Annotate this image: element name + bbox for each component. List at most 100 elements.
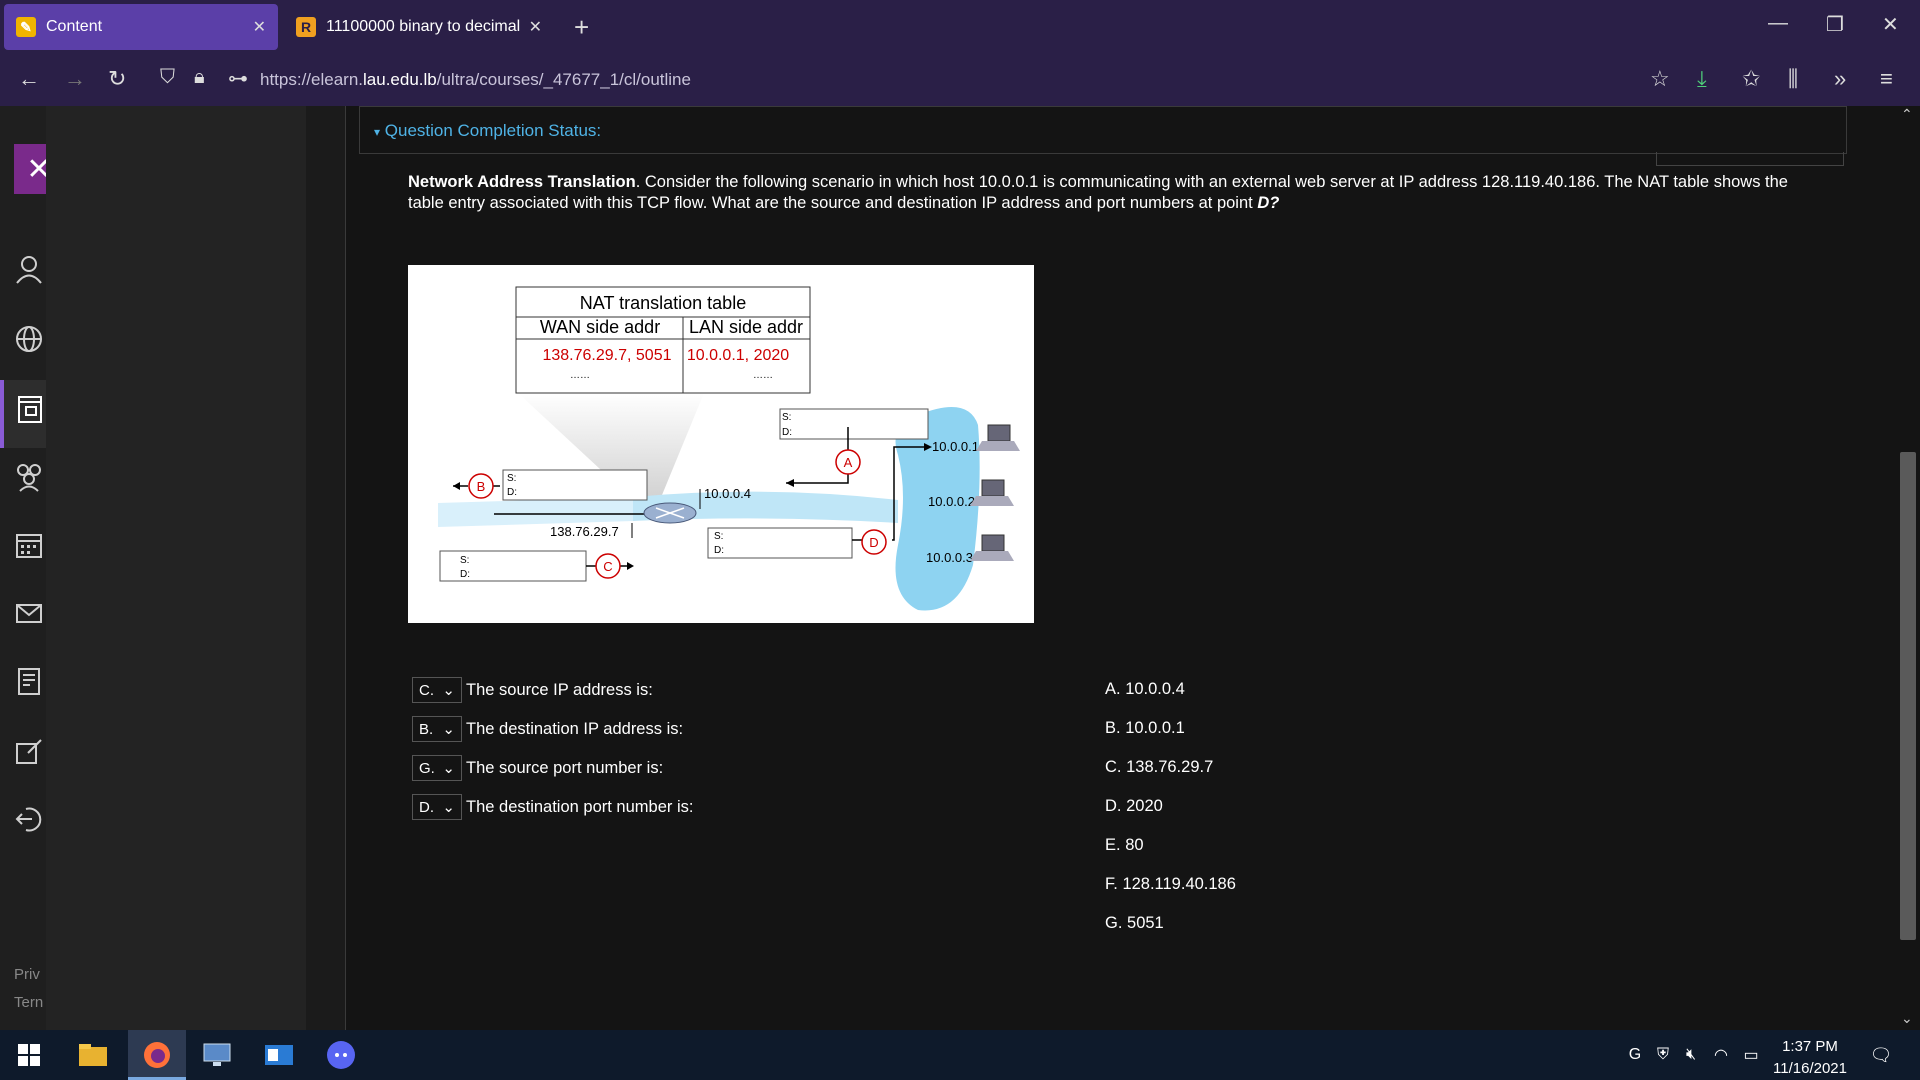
menu-icon[interactable]: ≡ — [1880, 66, 1893, 92]
question-point: D? — [1257, 194, 1280, 212]
question-text: Network Address Translation. Consider th… — [408, 172, 1798, 214]
forward-icon[interactable]: → — [64, 66, 86, 92]
url-path: /ultra/courses/_47677_1/cl/outline — [436, 70, 691, 89]
packet-b — [502, 469, 648, 501]
restore-icon[interactable]: ❐ — [1826, 12, 1844, 37]
match-prompt: The destination IP address is: — [466, 719, 684, 738]
selected-answer: G. — [419, 759, 435, 777]
back-icon[interactable]: ← — [18, 66, 40, 92]
sign-out-icon[interactable] — [14, 804, 44, 834]
messages-icon[interactable] — [14, 598, 44, 628]
host-1-ip: 10.0.0.1 — [932, 439, 979, 454]
discord-icon[interactable] — [324, 1038, 358, 1072]
host-2-ip: 10.0.0.2 — [928, 494, 975, 509]
router-wan-ip: 138.76.29.7 — [550, 524, 619, 539]
download-icon[interactable]: ⤓ — [1697, 66, 1707, 92]
packet-d-dst: D: — [714, 545, 724, 556]
terms-link[interactable]: Tern — [14, 994, 43, 1011]
match-prompt: The destination port number is: — [466, 797, 694, 816]
library-icon[interactable]: ⫼ — [1788, 66, 1798, 92]
windows-start-icon[interactable] — [12, 1038, 46, 1072]
outlook-icon[interactable] — [262, 1038, 296, 1072]
chevron-down-icon: ▾ — [374, 125, 381, 139]
match-prompt: The source IP address is: — [466, 680, 653, 699]
scrollbar-thumb[interactable] — [1900, 452, 1916, 940]
calendar-icon[interactable] — [14, 530, 44, 560]
courses-icon[interactable] — [14, 394, 44, 424]
wan-link — [438, 497, 633, 527]
overflow-chevron-icon[interactable]: » — [1834, 66, 1846, 92]
tab-label: 11100000 binary to decimal co — [326, 18, 521, 35]
packet-c-src: S: — [460, 555, 469, 566]
match-select[interactable]: C. ⌄ — [412, 677, 462, 703]
lan-ellipsis: …… — [753, 370, 773, 381]
match-prompt: The source port number is: — [466, 758, 664, 777]
grades-icon[interactable] — [14, 666, 44, 696]
packet-a-src: S: — [782, 412, 791, 423]
bookmark-star-icon[interactable]: ☆ — [1650, 66, 1670, 92]
col-lan-header: LAN side addr — [689, 317, 803, 337]
lock-icon[interactable]: 🔒︎ — [194, 66, 205, 89]
match-select[interactable]: B. ⌄ — [412, 716, 462, 742]
match-row-destination-port: D. ⌄ The destination port number is: — [412, 793, 693, 821]
col-wan-header: WAN side addr — [540, 317, 660, 337]
firefox-icon[interactable] — [140, 1038, 174, 1072]
file-explorer-icon[interactable] — [76, 1038, 110, 1072]
notifications-icon[interactable]: 🗨︎ — [1864, 1038, 1898, 1072]
packet-b-dst: D: — [507, 487, 517, 498]
clock-date: 11/16/2021 — [1773, 1060, 1847, 1077]
course-outline-panel — [46, 106, 306, 1030]
url-prefix: https://elearn. — [260, 70, 364, 89]
close-icon[interactable]: ✕ — [253, 17, 266, 37]
laptop-icon — [970, 534, 1014, 561]
left-rail: ✕ Priv Tern — [0, 106, 64, 1030]
chevron-down-icon: ⌄ — [442, 799, 455, 816]
organizations-icon[interactable] — [14, 462, 44, 492]
packet-d-src: S: — [714, 531, 723, 542]
r-logo-icon: R — [296, 17, 316, 37]
packet-d — [707, 527, 853, 559]
new-tab-button[interactable]: + — [574, 12, 589, 43]
selected-answer: C. — [419, 681, 434, 699]
answer-option: C. 138.76.29.7 — [1105, 758, 1214, 776]
key-icon[interactable]: ⊶ — [228, 66, 248, 91]
answer-option: E. 80 — [1105, 836, 1144, 854]
reload-icon[interactable]: ↻ — [108, 66, 126, 92]
point-b-label: B — [477, 479, 486, 494]
match-select[interactable]: G. ⌄ — [412, 755, 462, 781]
laptop-icon — [976, 424, 1020, 451]
profile-icon[interactable] — [14, 254, 44, 284]
match-select[interactable]: D. ⌄ — [412, 794, 462, 820]
answer-option: G. 5051 — [1105, 914, 1164, 932]
close-window-icon[interactable]: ✕ — [1882, 12, 1899, 37]
system-clock[interactable]: 1:37 PM 11/16/2021 — [1760, 1036, 1860, 1080]
extensions-icon[interactable]: ✩ — [1742, 66, 1760, 92]
globe-icon[interactable] — [14, 324, 44, 354]
point-c-label: C — [603, 559, 612, 574]
url-bar[interactable]: https://elearn. lau.edu.lb/ultra/courses/… — [150, 60, 1650, 100]
packet-a — [779, 408, 929, 440]
selected-answer: D. — [419, 798, 434, 816]
point-d-label: D — [869, 535, 878, 550]
privacy-link[interactable]: Priv — [14, 966, 40, 983]
minimize-icon[interactable]: — — [1768, 12, 1788, 35]
wan-value: 138.76.29.7, 5051 — [542, 347, 671, 364]
shield-icon[interactable]: ⛉ — [160, 66, 175, 89]
tab-binary-converter[interactable]: R 11100000 binary to decimal co ✕ — [284, 4, 554, 50]
panel-divider — [306, 106, 346, 1030]
host-3-ip: 10.0.0.3 — [926, 550, 973, 565]
volume-muted-icon[interactable]: 🔇︎ — [1674, 1038, 1708, 1072]
clock-time: 1:37 PM — [1782, 1038, 1838, 1055]
url-domain: lau.edu.lb — [363, 70, 437, 89]
lan-value: 10.0.0.1, 2020 — [687, 347, 789, 364]
wifi-icon[interactable]: ◠ — [1704, 1038, 1738, 1072]
packet-b-src: S: — [507, 473, 516, 484]
question-title: Network Address Translation — [408, 173, 636, 191]
close-icon[interactable]: ✕ — [529, 17, 542, 37]
scroll-up-icon[interactable]: ⌃ — [1901, 106, 1913, 123]
question-completion-status[interactable]: ▾ Question Completion Status: — [359, 106, 1847, 154]
tools-edit-icon[interactable] — [14, 736, 44, 766]
scroll-down-icon[interactable]: ⌄ — [1901, 1010, 1913, 1027]
remote-desktop-icon[interactable] — [200, 1038, 234, 1072]
tab-content[interactable]: ✎ Content ✕ — [4, 4, 278, 50]
